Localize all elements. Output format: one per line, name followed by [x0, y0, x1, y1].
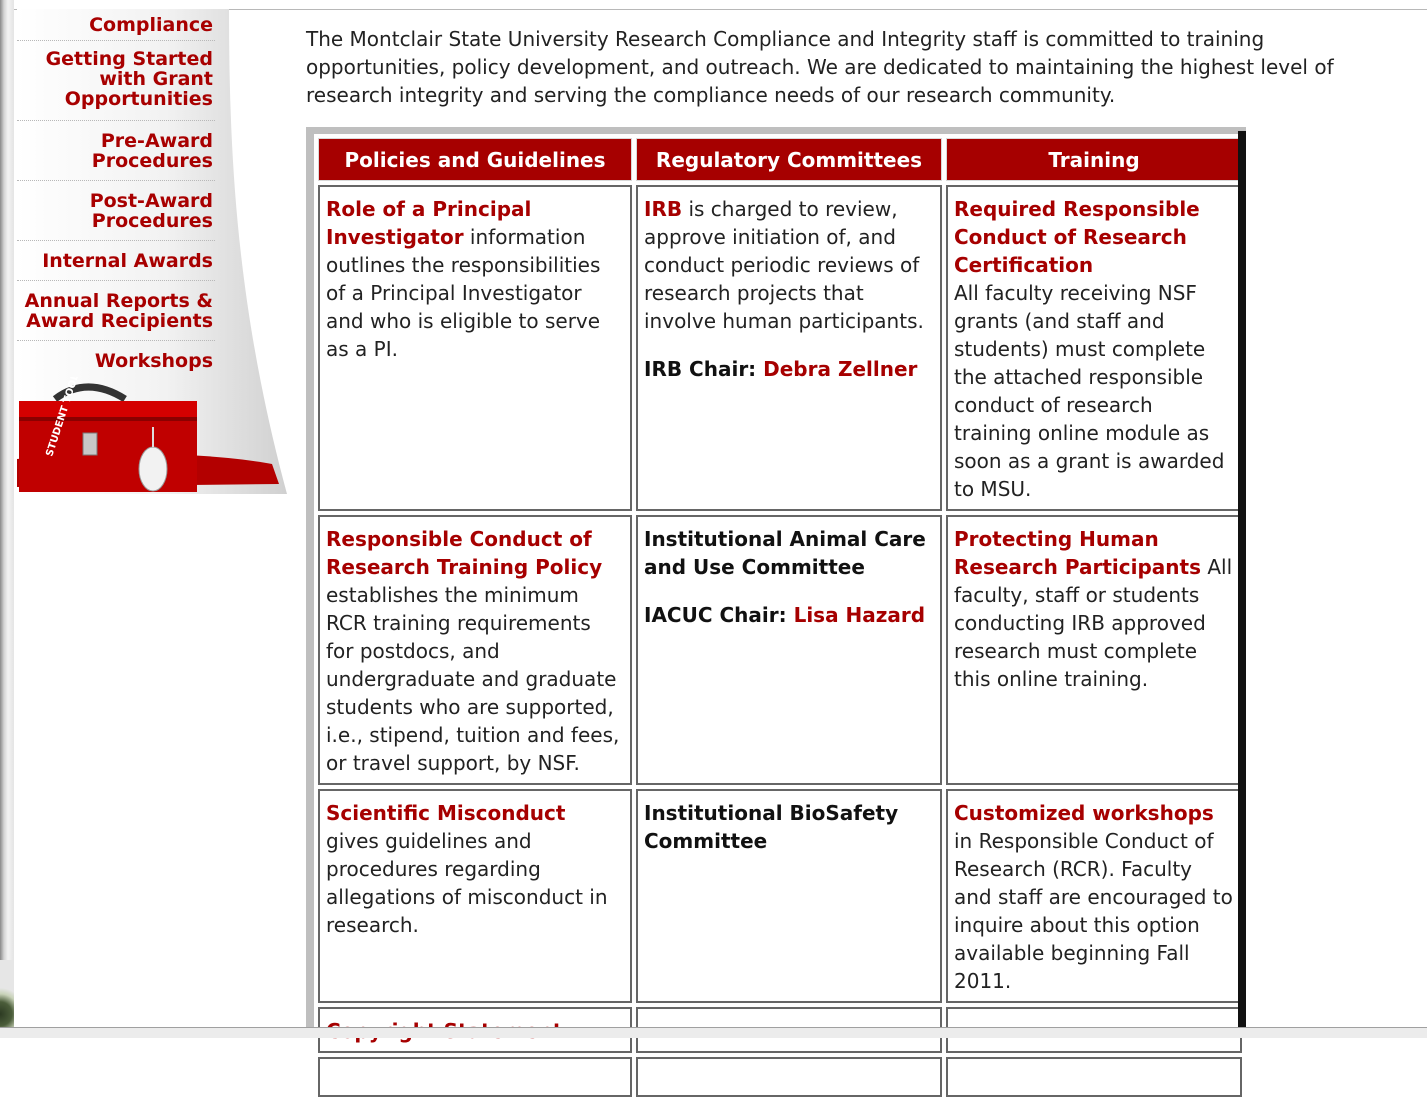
link-lisa-hazard[interactable]: Lisa Hazard [794, 603, 926, 627]
sidebar-nav: Compliance Getting Started with Grant Op… [17, 9, 287, 494]
compliance-table: Policies and Guidelines Regulatory Commi… [314, 134, 1246, 1101]
cell-pi-role: Role of a Principal Investigator informa… [318, 185, 632, 511]
misconduct-text: gives guidelines and procedures regardin… [326, 829, 608, 937]
window-left-edge [0, 0, 14, 1037]
sidebar-item-pre-award[interactable]: Pre-Award Procedures [17, 121, 215, 181]
irb-chair-label: IRB Chair: [644, 357, 764, 381]
header-training: Training [946, 138, 1242, 181]
compliance-table-frame: Policies and Guidelines Regulatory Commi… [306, 127, 1246, 1101]
cell-rcr-certification: Required Responsible Conduct of Research… [946, 185, 1242, 511]
iacuc-chair-label: IACUC Chair: [644, 603, 794, 627]
cell-scientific-misconduct: Scientific Misconduct gives guidelines a… [318, 789, 632, 1003]
cell-empty [636, 1057, 942, 1097]
sidebar-item-compliance[interactable]: Compliance [17, 9, 215, 41]
table-row: Responsible Conduct of Research Training… [318, 515, 1242, 785]
workshops-text: in Responsible Conduct of Research (RCR)… [954, 829, 1233, 993]
cell-biosafety: Institutional BioSafety Committee [636, 789, 942, 1003]
rcr-certification-text: All faculty receiving NSF grants (and st… [954, 281, 1225, 501]
sidebar-item-workshops[interactable]: Workshops [17, 341, 215, 381]
link-debra-zellner[interactable]: Debra Zellner [763, 357, 917, 381]
intro-paragraph: The Montclair State University Research … [306, 27, 1334, 107]
cell-irb: IRB is charged to review, approve initia… [636, 185, 942, 511]
student-toolbox-image[interactable]: STUDENT TOOLBOX [17, 377, 217, 492]
cell-workshops: Customized workshops in Responsible Cond… [946, 789, 1242, 1003]
iacuc-label: Institutional Animal Care and Use Commit… [644, 527, 926, 579]
table-row: Role of a Principal Investigator informa… [318, 185, 1242, 511]
sidebar-item-getting-started[interactable]: Getting Started with Grant Opportunities [17, 41, 215, 121]
link-rcr-certification[interactable]: Required Responsible Conduct of Research… [954, 197, 1200, 277]
cell-empty [318, 1057, 632, 1097]
sidebar-item-annual-reports[interactable]: Annual Reports & Award Recipients [17, 281, 215, 341]
link-scientific-misconduct[interactable]: Scientific Misconduct [326, 801, 565, 825]
cell-rcr-policy: Responsible Conduct of Research Training… [318, 515, 632, 785]
link-irb[interactable]: IRB [644, 197, 682, 221]
table-row [318, 1057, 1242, 1097]
link-rcr-training-policy[interactable]: Responsible Conduct of Research Training… [326, 527, 602, 579]
header-policies: Policies and Guidelines [318, 138, 632, 181]
cell-human-participants: Protecting Human Research Participants A… [946, 515, 1242, 785]
sidebar-item-internal-awards[interactable]: Internal Awards [17, 241, 215, 281]
header-committees: Regulatory Committees [636, 138, 942, 181]
irb-text: is charged to review, approve initiation… [644, 197, 924, 333]
link-protecting-human-participants[interactable]: Protecting Human Research Participants [954, 527, 1201, 579]
cell-empty [946, 1057, 1242, 1097]
rcr-policy-text: establishes the minimum RCR training req… [326, 583, 620, 775]
status-bar [0, 1027, 1427, 1038]
sidebar-item-post-award[interactable]: Post-Award Procedures [17, 181, 215, 241]
cell-iacuc: Institutional Animal Care and Use Commit… [636, 515, 942, 785]
sidebar-menu: Compliance Getting Started with Grant Op… [17, 9, 215, 381]
background-window-sliver [0, 960, 14, 1037]
table-row: Scientific Misconduct gives guidelines a… [318, 789, 1242, 1003]
biosafety-label: Institutional BioSafety Committee [644, 801, 899, 853]
link-customized-workshops[interactable]: Customized workshops [954, 801, 1214, 825]
